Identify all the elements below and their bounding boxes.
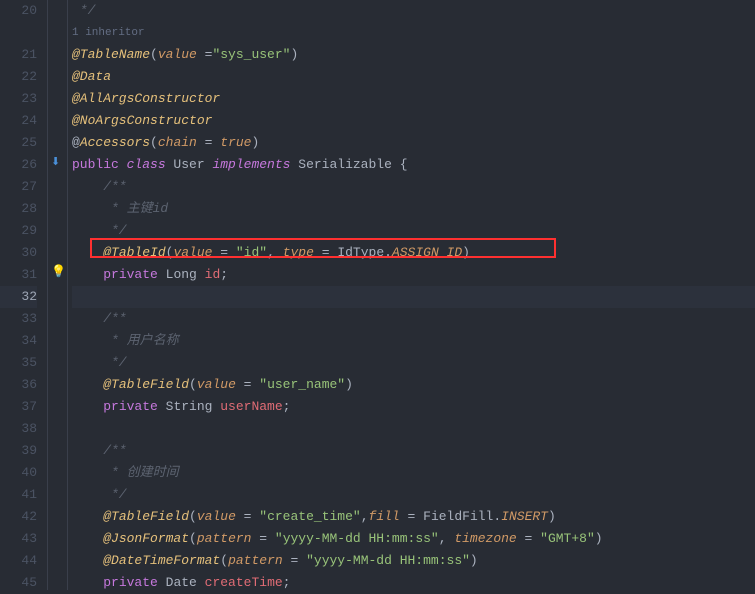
code-line: public class User implements Serializabl… [72, 154, 755, 176]
code-line: /** [72, 176, 755, 198]
code-line: @Data [72, 66, 755, 88]
code-area[interactable]: */ 1 inheritor @TableName(value ="sys_us… [68, 0, 755, 590]
line-number-gutter: 20 21 22 23 24 25 26 27 28 29 30 31 32 3… [0, 0, 48, 590]
inheritor-hint[interactable]: 1 inheritor [72, 22, 755, 44]
line-number: 41 [0, 484, 37, 506]
code-line: @TableName(value ="sys_user") [72, 44, 755, 66]
code-line: */ [72, 220, 755, 242]
gutter-icons: ⬇ 💡 [48, 0, 68, 590]
code-line: */ [72, 484, 755, 506]
line-number: 22 [0, 66, 37, 88]
code-line: @TableField(value = "user_name") [72, 374, 755, 396]
line-number: 31 [0, 264, 37, 286]
line-number: 33 [0, 308, 37, 330]
line-number: 43 [0, 528, 37, 550]
intention-bulb-icon[interactable]: 💡 [51, 264, 65, 278]
line-number: 39 [0, 440, 37, 462]
code-line: */ [72, 0, 755, 22]
code-line-current [72, 286, 755, 308]
implements-icon[interactable]: ⬇ [51, 155, 65, 169]
line-number: 44 [0, 550, 37, 572]
line-number: 32 [0, 286, 37, 308]
line-number: 28 [0, 198, 37, 220]
code-line: @TableField(value = "create_time",fill =… [72, 506, 755, 528]
line-number: 20 [0, 0, 37, 22]
line-number: 37 [0, 396, 37, 418]
code-line: * 主键id [72, 198, 755, 220]
code-line: @AllArgsConstructor [72, 88, 755, 110]
line-number: 24 [0, 110, 37, 132]
line-number: 36 [0, 374, 37, 396]
line-number: 42 [0, 506, 37, 528]
line-number: 27 [0, 176, 37, 198]
line-number: 35 [0, 352, 37, 374]
line-number: 26 [0, 154, 37, 176]
line-number: 23 [0, 88, 37, 110]
code-line: */ [72, 352, 755, 374]
line-number: 38 [0, 418, 37, 440]
code-line: @TableId(value = "id", type = IdType.ASS… [72, 242, 755, 264]
line-number: 25 [0, 132, 37, 154]
code-line: private Long id; [72, 264, 755, 286]
code-line: private String userName; [72, 396, 755, 418]
line-number: 30 [0, 242, 37, 264]
code-line: * 创建时间 [72, 462, 755, 484]
line-number: 29 [0, 220, 37, 242]
code-line: /** [72, 308, 755, 330]
code-line: @DateTimeFormat(pattern = "yyyy-MM-dd HH… [72, 550, 755, 572]
code-line: * 用户名称 [72, 330, 755, 352]
line-number: 45 [0, 572, 37, 594]
line-number [0, 22, 37, 44]
line-number: 34 [0, 330, 37, 352]
code-line [72, 418, 755, 440]
code-editor[interactable]: 20 21 22 23 24 25 26 27 28 29 30 31 32 3… [0, 0, 755, 590]
code-line: private Date createTime; [72, 572, 755, 594]
code-line: @Accessors(chain = true) [72, 132, 755, 154]
line-number: 40 [0, 462, 37, 484]
code-line: @JsonFormat(pattern = "yyyy-MM-dd HH:mm:… [72, 528, 755, 550]
line-number: 21 [0, 44, 37, 66]
code-line: @NoArgsConstructor [72, 110, 755, 132]
code-line: /** [72, 440, 755, 462]
